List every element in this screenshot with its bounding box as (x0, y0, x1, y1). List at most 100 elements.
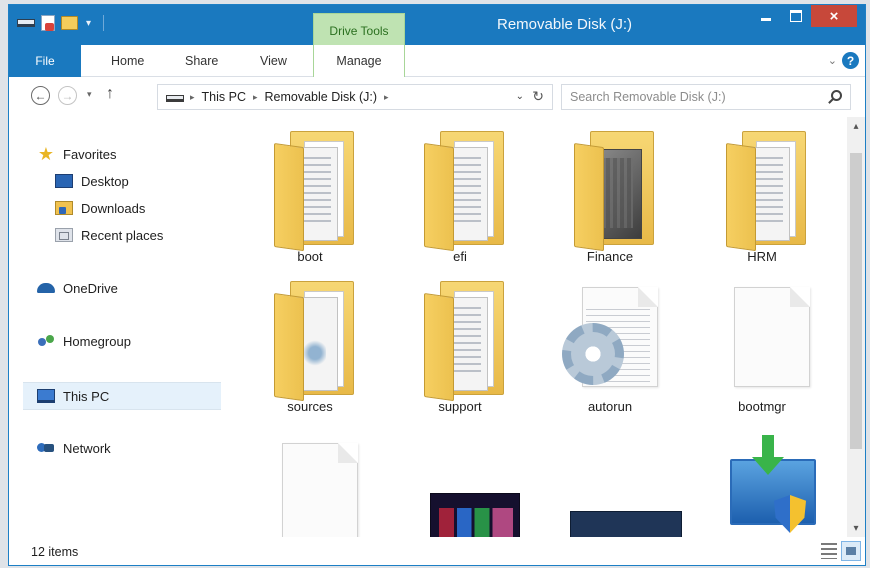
window-title: Removable Disk (J:) (497, 16, 633, 33)
desktop-icon (55, 174, 73, 188)
breadcrumb-separator-icon[interactable]: ▸ (253, 92, 258, 103)
file-item-screenshot-image[interactable] (395, 423, 525, 537)
nav-item-label: Recent places (81, 227, 164, 243)
search-box (561, 84, 851, 110)
folder-icon (410, 123, 510, 252)
nav-item-network[interactable]: Network (37, 437, 111, 459)
tab-share[interactable]: Share (185, 54, 218, 68)
quick-access-toolbar: ▾ (17, 15, 105, 31)
address-box[interactable]: ▸ This PC ▸ Removable Disk (J:) ▸ ⌄ ↻ (157, 84, 553, 110)
file-item-bootmgr[interactable]: bootmgr (697, 267, 827, 417)
navigation-pane: ★ Favorites Desktop Downloads Recent pla… (9, 117, 223, 537)
file-icon (712, 273, 812, 391)
nav-item-recent-places[interactable]: Recent places (55, 224, 163, 246)
downloads-icon (55, 201, 73, 215)
address-dropdown-button[interactable]: ⌄ (516, 91, 524, 102)
breadcrumb-separator-icon[interactable]: ▸ (190, 92, 195, 103)
large-icons-view-button[interactable] (841, 541, 861, 561)
refresh-button[interactable]: ↻ (532, 88, 544, 105)
file-icon (260, 429, 360, 537)
customize-toolbar-button[interactable]: ▾ (86, 18, 91, 29)
onedrive-icon (37, 283, 55, 293)
breadcrumb-this-pc[interactable]: This PC (202, 90, 246, 104)
nav-item-this-pc[interactable]: This PC (23, 382, 221, 410)
toolbar-divider (103, 15, 105, 31)
nav-item-homegroup[interactable]: Homegroup (37, 330, 131, 352)
nav-item-label: Favorites (63, 146, 117, 162)
nav-item-label: Network (63, 440, 111, 456)
nav-item-label: Desktop (81, 173, 129, 189)
nav-item-desktop[interactable]: Desktop (55, 170, 129, 192)
maximize-button[interactable] (781, 5, 811, 27)
file-item-support[interactable]: support (395, 267, 525, 417)
folder-icon (560, 123, 660, 252)
item-count: 12 items (31, 545, 79, 559)
setup-information-icon (560, 273, 660, 391)
drive-tools-context-header: Drive Tools (313, 13, 405, 45)
status-bar: 12 items (9, 537, 865, 565)
back-button[interactable]: ← (31, 86, 50, 105)
file-item-efi[interactable]: efi (395, 117, 525, 267)
nav-item-favorites[interactable]: ★ Favorites (37, 143, 117, 165)
breadcrumb-separator-icon[interactable]: ▸ (384, 92, 389, 103)
help-icon[interactable]: ? (842, 52, 859, 69)
image-thumbnail (410, 429, 520, 537)
nav-item-label: This PC (63, 388, 110, 404)
search-input[interactable] (570, 88, 820, 106)
breadcrumb-removable-disk[interactable]: Removable Disk (J:) (265, 90, 378, 104)
file-item-dialog-image[interactable] (545, 423, 682, 537)
nav-item-label: Downloads (81, 200, 146, 216)
folder-icon (260, 123, 360, 252)
scrollbar-thumb[interactable] (850, 153, 862, 449)
properties-icon[interactable] (41, 15, 55, 31)
tab-manage-label: Manage (336, 54, 382, 68)
file-item-hrm[interactable]: HRM (697, 117, 827, 267)
network-icon (37, 441, 55, 455)
homegroup-icon (37, 333, 55, 349)
installer-icon (712, 429, 816, 537)
recent-places-icon (55, 228, 73, 242)
file-name: support (438, 399, 482, 414)
removable-drive-icon (166, 95, 184, 102)
tab-manage[interactable]: Manage (313, 45, 405, 77)
title-bar: ▾ Drive Tools Removable Disk (J:) × (9, 5, 865, 45)
up-button[interactable]: ↑ (106, 85, 114, 103)
nav-item-label: Homegroup (63, 333, 131, 349)
nav-item-downloads[interactable]: Downloads (55, 197, 145, 219)
tab-file[interactable]: File (9, 45, 81, 77)
file-item-blank-file[interactable] (245, 423, 375, 537)
context-tab-label: Drive Tools (329, 24, 389, 38)
image-thumbnail (560, 429, 682, 537)
file-item-sources[interactable]: sources (245, 267, 375, 417)
scroll-up-button[interactable]: ▴ (847, 117, 865, 135)
file-name: sources (287, 399, 333, 414)
file-name: autorun (587, 399, 633, 414)
file-name: efi (453, 249, 467, 264)
forward-button[interactable]: → (58, 86, 77, 105)
nav-item-label: OneDrive (63, 280, 118, 296)
folder-icon (410, 273, 510, 402)
close-button[interactable]: × (811, 5, 857, 27)
gear-icon (562, 323, 624, 385)
tab-home[interactable]: Home (111, 54, 144, 68)
file-item-boot[interactable]: boot (245, 117, 375, 267)
file-list: boot efi Finance HRM sources support aut… (223, 117, 847, 537)
folder-icon (712, 123, 812, 252)
expand-ribbon-button[interactable]: ⌄ (828, 54, 837, 67)
recent-locations-button[interactable]: ▾ (87, 89, 92, 100)
minimize-button[interactable] (751, 5, 781, 27)
file-item-setup[interactable] (697, 423, 827, 537)
details-view-button[interactable] (821, 543, 837, 559)
search-icon[interactable] (831, 90, 842, 101)
vertical-scrollbar[interactable]: ▴ ▾ (847, 117, 865, 537)
window-controls: × (751, 5, 857, 27)
file-item-finance[interactable]: Finance (545, 117, 675, 267)
file-name: boot (297, 249, 323, 264)
new-folder-icon[interactable] (61, 16, 78, 30)
nav-item-onedrive[interactable]: OneDrive (37, 277, 118, 299)
file-name: Finance (586, 249, 634, 264)
file-item-autorun[interactable]: autorun (545, 267, 675, 417)
uac-shield-icon (774, 495, 806, 533)
scroll-down-button[interactable]: ▾ (847, 519, 865, 537)
tab-view[interactable]: View (260, 54, 287, 68)
